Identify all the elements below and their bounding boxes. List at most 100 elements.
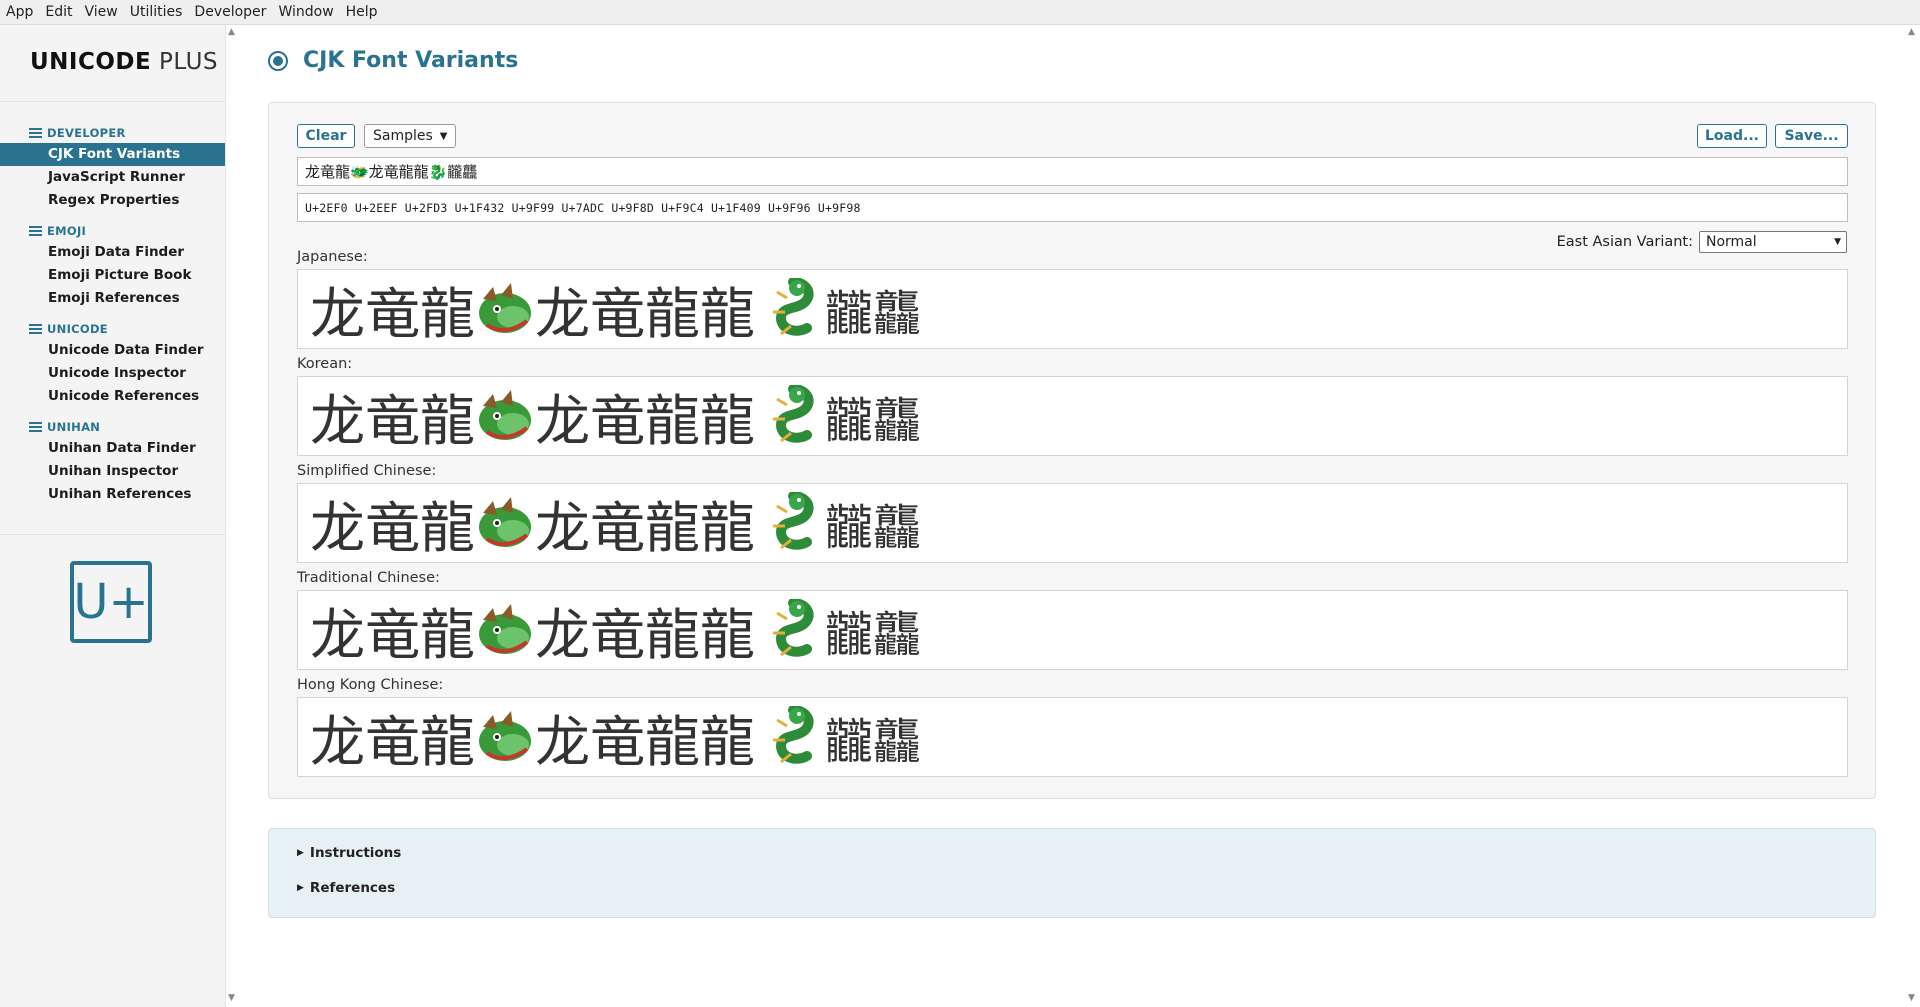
- divider: [0, 101, 225, 102]
- sidebar-item-unihan-data-finder[interactable]: Unihan Data Finder: [0, 437, 225, 460]
- code-points-input[interactable]: U+2EF0 U+2EEF U+2FD3 U+1F432 U+9F99 U+7A…: [297, 193, 1848, 222]
- sample-glyphs: 龖龘: [825, 500, 922, 556]
- sidebar-item-cjk-font-variants[interactable]: CJK Font Variants: [0, 143, 225, 166]
- dragon-face-icon: [479, 604, 532, 654]
- sidebar-item-unihan-inspector[interactable]: Unihan Inspector: [0, 460, 225, 483]
- sidebar-item-unihan-references[interactable]: Unihan References: [0, 483, 225, 506]
- sample-glyphs: 龙竜龍: [310, 389, 476, 453]
- load-button[interactable]: Load...: [1697, 124, 1767, 148]
- sample-glyphs: 龙竜龍: [310, 710, 476, 774]
- font-sample-box: 龙竜龍 龙竜龍龍 龖龘: [297, 590, 1848, 670]
- sample-glyphs: 龙竜龍龍: [535, 282, 756, 346]
- language-label: Japanese:: [297, 249, 368, 265]
- category-emoji[interactable]: EMOJI: [0, 221, 225, 241]
- scroll-down-arrow-icon[interactable]: ▼: [1908, 993, 1915, 1003]
- sidebar-item-unicode-references[interactable]: Unicode References: [0, 385, 225, 408]
- samples-label: Samples: [373, 128, 433, 144]
- menu-icon: [29, 324, 42, 334]
- language-label: Traditional Chinese:: [297, 570, 440, 586]
- category-label: UNIHAN: [47, 420, 101, 434]
- sidebar-item-emoji-data-finder[interactable]: Emoji Data Finder: [0, 241, 225, 264]
- menu-view[interactable]: View: [78, 0, 123, 24]
- east-asian-variant-row: East Asian Variant: Normal ▼: [1557, 231, 1847, 253]
- sample-glyphs: 龙竜龍: [310, 282, 476, 346]
- details-panel: ▶ Instructions ▶ References: [268, 828, 1876, 918]
- references-label: References: [309, 880, 396, 896]
- page-title: CJK Font Variants: [303, 48, 519, 73]
- sample-glyphs: 龙竜龍龍: [535, 710, 756, 774]
- triangle-right-icon: ▶: [297, 883, 304, 893]
- characters-input[interactable]: 龙竜龍🐲龙竜龍龍🐉龖龘: [297, 157, 1848, 186]
- menu-help[interactable]: Help: [340, 0, 384, 24]
- menu-icon: [29, 128, 42, 138]
- sample-glyphs: 龖龘: [825, 714, 922, 770]
- menu-bar: App Edit View Utilities Developer Window…: [0, 0, 1920, 25]
- dragon-face-icon: [479, 390, 532, 440]
- page-header: CJK Font Variants: [268, 48, 518, 73]
- instructions-label: Instructions: [309, 845, 402, 861]
- category-developer[interactable]: DEVELOPER: [0, 123, 225, 143]
- sidebar-item-emoji-picture-book[interactable]: Emoji Picture Book: [0, 264, 225, 287]
- sample-glyphs: 龖龘: [825, 286, 922, 342]
- triangle-right-icon: ▶: [297, 848, 304, 858]
- sample-glyphs: 龖龘: [825, 607, 922, 663]
- menu-edit[interactable]: Edit: [39, 0, 78, 24]
- font-sample-box: 龙竜龍 龙竜龍龍 龖龘: [297, 269, 1848, 349]
- menu-icon: [29, 422, 42, 432]
- dragon-icon: [773, 278, 814, 336]
- samples-dropdown[interactable]: Samples ▼: [364, 124, 456, 148]
- sidebar-item-unicode-inspector[interactable]: Unicode Inspector: [0, 362, 225, 385]
- dragon-icon: [773, 599, 814, 657]
- east-asian-variant-label: East Asian Variant:: [1556, 234, 1693, 250]
- menu-utilities[interactable]: Utilities: [124, 0, 189, 24]
- language-label: Korean:: [297, 356, 353, 372]
- font-sample-box: 龙竜龍 龙竜龍龍 龖龘: [297, 376, 1848, 456]
- dragon-face-icon: [479, 283, 532, 333]
- divider: [0, 534, 225, 535]
- sample-glyphs: 龙竜龍龍: [535, 389, 756, 453]
- sidebar-item-unicode-data-finder[interactable]: Unicode Data Finder: [0, 339, 225, 362]
- scroll-down-arrow-icon[interactable]: ▼: [228, 993, 235, 1003]
- brand-bold: UNICODE: [30, 49, 152, 75]
- sample-glyphs: 龖龘: [825, 393, 922, 449]
- scroll-up-arrow-icon[interactable]: ▲: [228, 27, 235, 37]
- category-unihan[interactable]: UNIHAN: [0, 417, 225, 437]
- sample-glyphs: 龙竜龍: [310, 496, 476, 560]
- sample-glyphs: 龙竜龍龍: [535, 603, 756, 667]
- sample-glyphs: 龙竜龍龍: [535, 496, 756, 560]
- language-label: Hong Kong Chinese:: [297, 677, 444, 693]
- east-asian-variant-value: Normal: [1706, 234, 1757, 250]
- dragon-face-icon: [479, 711, 532, 761]
- references-disclosure[interactable]: ▶ References: [297, 880, 395, 896]
- east-asian-variant-select[interactable]: Normal ▼: [1699, 231, 1847, 253]
- dragon-icon: [773, 706, 814, 764]
- font-sample-box: 龙竜龍 龙竜龍龍 龖龘: [297, 697, 1848, 777]
- sidebar-item-javascript-runner[interactable]: JavaScript Runner: [0, 166, 225, 189]
- dragon-icon: [773, 385, 814, 443]
- chevron-down-icon: ▼: [1834, 237, 1841, 247]
- app-brand: UNICODE PLUS: [30, 49, 218, 75]
- brand-light: PLUS: [159, 49, 219, 75]
- category-label: UNICODE: [47, 322, 108, 336]
- menu-developer[interactable]: Developer: [188, 0, 272, 24]
- language-label: Simplified Chinese:: [297, 463, 437, 479]
- chevron-down-icon: ▼: [439, 130, 448, 142]
- scroll-up-arrow-icon[interactable]: ▲: [1908, 27, 1915, 37]
- sidebar-item-emoji-references[interactable]: Emoji References: [0, 287, 225, 310]
- clear-button[interactable]: Clear: [297, 124, 355, 148]
- menu-window[interactable]: Window: [272, 0, 339, 24]
- sidebar: UNICODE PLUS DEVELOPER CJK Font Variants…: [0, 25, 226, 1007]
- category-unicode[interactable]: UNICODE: [0, 319, 225, 339]
- instructions-disclosure[interactable]: ▶ Instructions: [297, 845, 401, 861]
- font-sample-box: 龙竜龍 龙竜龍龍 龖龘: [297, 483, 1848, 563]
- dragon-icon: [773, 492, 814, 550]
- sidebar-nav: DEVELOPER CJK Font Variants JavaScript R…: [0, 119, 225, 506]
- sample-glyphs: 龙竜龍: [310, 603, 476, 667]
- dragon-face-icon: [479, 497, 532, 547]
- sidebar-item-regex-properties[interactable]: Regex Properties: [0, 189, 225, 212]
- menu-icon: [29, 226, 42, 236]
- save-button[interactable]: Save...: [1775, 124, 1848, 148]
- category-label: EMOJI: [47, 224, 87, 238]
- menu-app[interactable]: App: [0, 0, 39, 24]
- radio-circle-icon: [268, 50, 288, 71]
